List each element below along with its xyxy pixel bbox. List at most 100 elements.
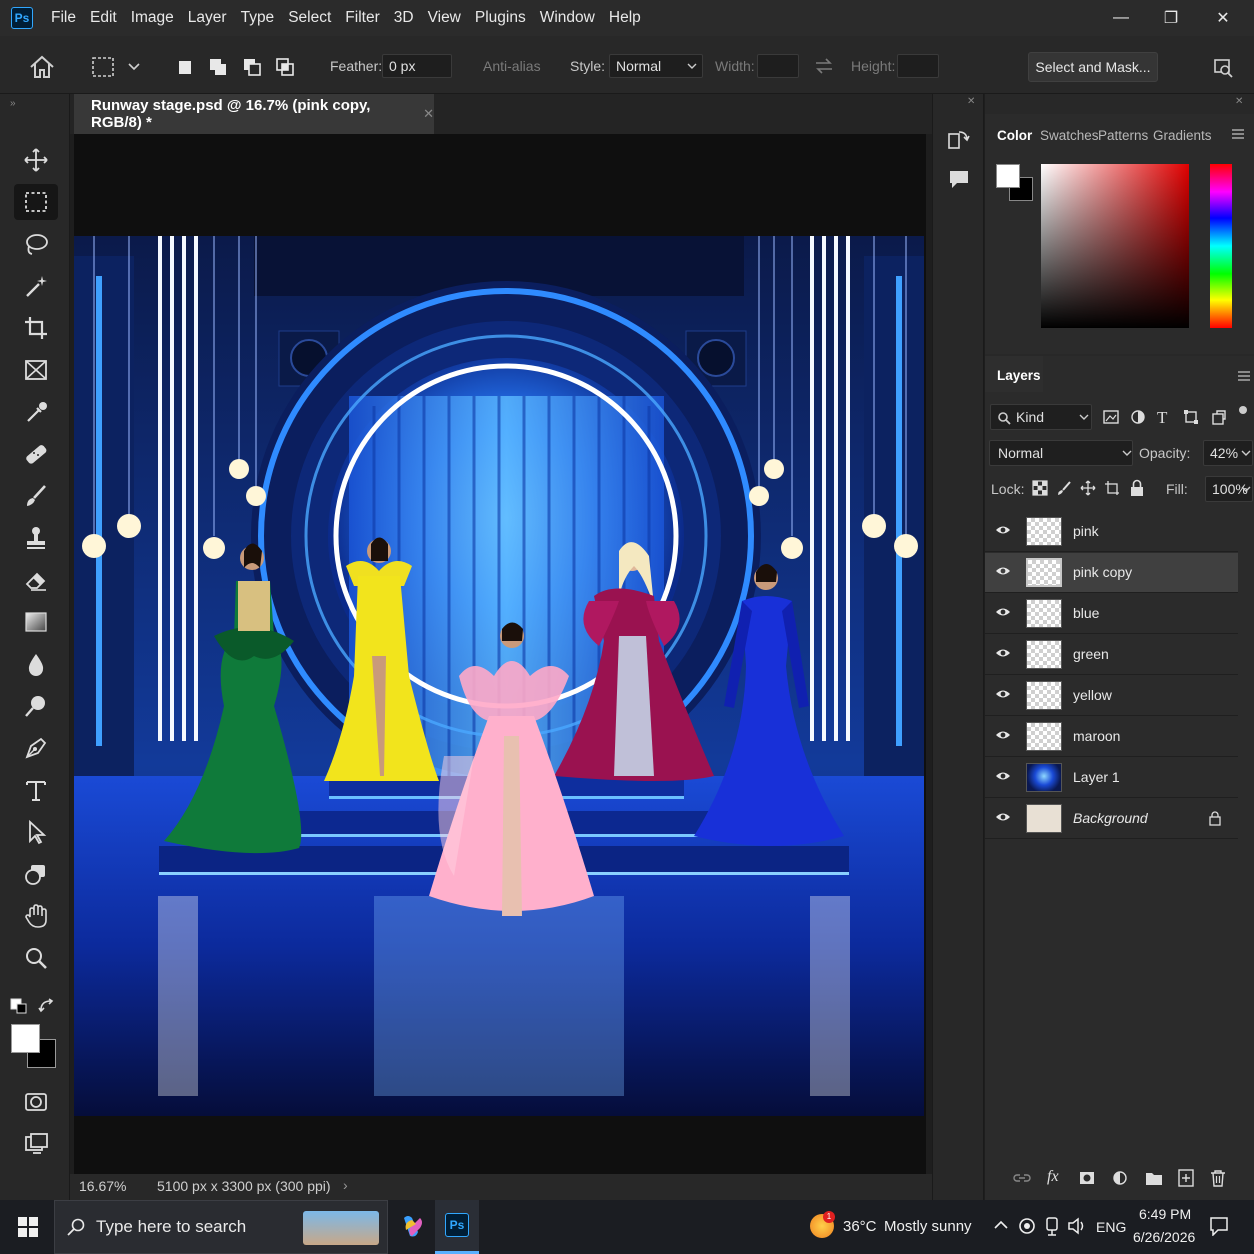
close-button[interactable]: ✕ [1198, 0, 1248, 36]
feather-input[interactable]: 0 px [382, 54, 452, 78]
select-and-mask-button[interactable]: Select and Mask... [1028, 52, 1158, 82]
marquee-preset-icon[interactable] [91, 56, 115, 78]
menu-window[interactable]: Window [540, 9, 595, 27]
menu-view[interactable]: View [428, 9, 461, 27]
chevron-down-icon[interactable] [128, 62, 140, 72]
path-selection-tool-icon[interactable] [14, 814, 58, 850]
lock-position-icon[interactable] [1080, 480, 1096, 496]
document-canvas-image[interactable] [74, 236, 924, 1116]
frame-tool-icon[interactable] [14, 352, 58, 388]
add-to-selection-icon[interactable] [206, 56, 230, 78]
fill-input[interactable]: 100% [1205, 476, 1253, 502]
dodge-tool-icon[interactable] [14, 688, 58, 724]
visibility-eye-icon[interactable] [995, 688, 1011, 700]
close-icon[interactable]: ✕ [1235, 96, 1243, 107]
visibility-eye-icon[interactable] [995, 606, 1011, 618]
tab-layers[interactable]: Layers [997, 368, 1041, 383]
filter-toggle-switch[interactable] [1239, 406, 1247, 414]
zoom-level[interactable]: 16.67% [79, 1178, 126, 1194]
swap-dimensions-icon[interactable] [813, 56, 835, 76]
collapse-toolbar-icon[interactable]: » [10, 98, 16, 109]
opacity-input[interactable]: 42% [1203, 440, 1253, 466]
clock-date[interactable]: 6/26/2026 [1133, 1229, 1195, 1245]
visibility-eye-icon[interactable] [995, 729, 1011, 741]
history-panel-icon[interactable] [947, 128, 971, 152]
lock-all-icon[interactable] [1129, 479, 1145, 497]
style-select[interactable]: Normal [609, 54, 703, 78]
lock-artboard-icon[interactable] [1104, 480, 1120, 496]
filter-type-icon[interactable]: T [1157, 408, 1167, 428]
width-input[interactable] [757, 54, 799, 78]
visibility-eye-icon[interactable] [995, 811, 1011, 823]
layer-row-layer-1[interactable]: Layer 1 [985, 758, 1238, 798]
windows-start-icon[interactable] [18, 1217, 38, 1237]
visibility-eye-icon[interactable] [995, 524, 1011, 536]
layer-style-fx-icon[interactable]: fx [1047, 1168, 1059, 1186]
copilot-icon[interactable] [398, 1212, 426, 1240]
menu-layer[interactable]: Layer [188, 9, 227, 27]
brush-tool-icon[interactable] [14, 478, 58, 514]
layer-row-background[interactable]: Background [985, 799, 1238, 839]
layer-filter-kind-select[interactable]: Kind [990, 404, 1092, 430]
filter-smart-object-icon[interactable] [1211, 409, 1227, 425]
tab-gradients[interactable]: Gradients [1153, 128, 1212, 143]
lock-image-pixels-icon[interactable] [1056, 480, 1072, 496]
anti-alias-checkbox[interactable]: Anti-alias [483, 58, 541, 74]
language-indicator[interactable]: ENG [1096, 1219, 1126, 1235]
menu-file[interactable]: File [51, 9, 76, 27]
zoom-tool-icon[interactable] [14, 940, 58, 976]
menu-select[interactable]: Select [288, 9, 331, 27]
restore-button[interactable]: ❐ [1146, 0, 1196, 36]
search-icon[interactable] [1212, 56, 1234, 78]
new-group-folder-icon[interactable] [1145, 1170, 1163, 1186]
rectangular-marquee-tool-icon[interactable] [14, 184, 58, 220]
show-hidden-icons-chevron-icon[interactable] [994, 1220, 1008, 1230]
taskbar-search-box[interactable]: Type here to search [54, 1200, 388, 1254]
default-colors-icon[interactable] [10, 998, 30, 1014]
visibility-eye-icon[interactable] [995, 647, 1011, 659]
filter-pixel-icon[interactable] [1103, 409, 1119, 425]
clock-time[interactable]: 6:49 PM [1139, 1206, 1191, 1222]
close-tab-icon[interactable]: ✕ [423, 106, 434, 122]
add-mask-icon[interactable] [1079, 1170, 1095, 1186]
onedrive-sync-icon[interactable] [1018, 1217, 1036, 1235]
clone-stamp-tool-icon[interactable] [14, 520, 58, 556]
swap-colors-icon[interactable] [38, 998, 56, 1014]
tab-color[interactable]: Color [997, 128, 1032, 143]
crop-tool-icon[interactable] [14, 310, 58, 346]
network-icon[interactable] [1044, 1216, 1060, 1236]
layer-row-green[interactable]: green [985, 635, 1238, 675]
menu-help[interactable]: Help [609, 9, 641, 27]
type-tool-icon[interactable] [14, 772, 58, 808]
menu-type[interactable]: Type [241, 9, 275, 27]
filter-adjustment-icon[interactable] [1130, 409, 1146, 425]
adjustment-layer-icon[interactable] [1112, 1170, 1128, 1186]
eraser-tool-icon[interactable] [14, 562, 58, 598]
layer-row-blue[interactable]: blue [985, 594, 1238, 634]
tab-swatches[interactable]: Swatches [1040, 128, 1099, 143]
healing-brush-tool-icon[interactable] [14, 436, 58, 472]
panel-menu-icon[interactable] [1231, 128, 1245, 140]
close-icon[interactable]: ✕ [967, 96, 975, 107]
weather-temperature[interactable]: 36°C [843, 1218, 877, 1235]
intersect-selection-icon[interactable] [273, 56, 297, 78]
menu-filter[interactable]: Filter [345, 9, 379, 27]
foreground-color-chip[interactable] [996, 164, 1020, 188]
layer-row-yellow[interactable]: yellow [985, 676, 1238, 716]
tab-patterns[interactable]: Patterns [1098, 128, 1148, 143]
layer-row-maroon[interactable]: maroon [985, 717, 1238, 757]
hue-slider[interactable] [1210, 164, 1232, 328]
saturation-brightness-picker[interactable] [1041, 164, 1189, 328]
gradient-tool-icon[interactable] [14, 604, 58, 640]
status-menu-chevron-icon[interactable]: › [343, 1177, 348, 1193]
comments-panel-icon[interactable] [947, 168, 971, 192]
visibility-eye-icon[interactable] [995, 770, 1011, 782]
layer-row-pink[interactable]: pink [985, 512, 1238, 552]
new-layer-icon[interactable] [1178, 1169, 1194, 1187]
layer-row-pink-copy[interactable]: pink copy [985, 553, 1238, 593]
menu-edit[interactable]: Edit [90, 9, 117, 27]
panel-menu-icon[interactable] [1237, 370, 1251, 382]
height-input[interactable] [897, 54, 939, 78]
photoshop-logo[interactable]: Ps [11, 7, 33, 29]
lock-icon[interactable] [1209, 811, 1221, 826]
